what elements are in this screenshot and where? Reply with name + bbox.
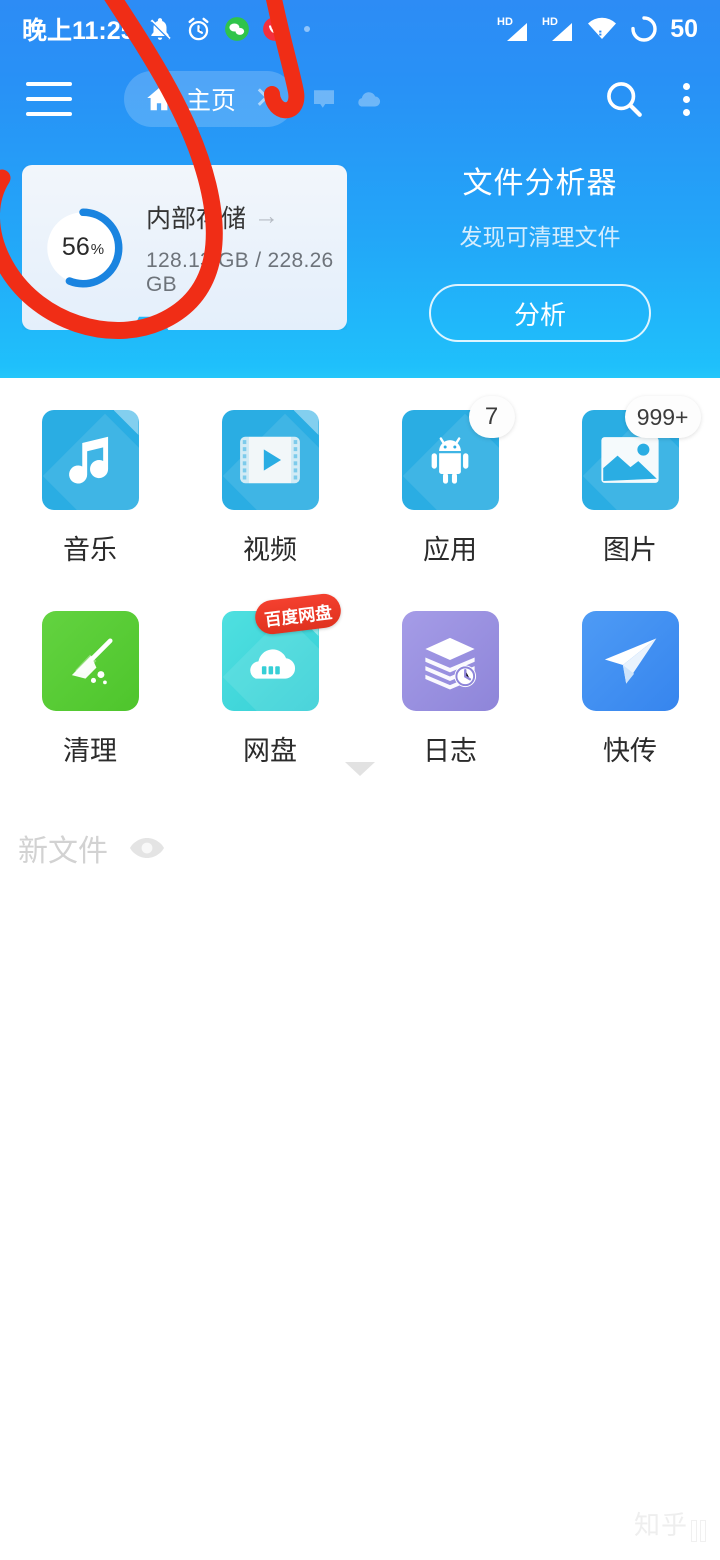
log-icon-box [401,611,499,711]
log-stack-clock-icon [401,611,499,711]
nav-actions [603,78,694,120]
grid-label-apps: 应用 [423,535,477,565]
grid-label-video: 视频 [243,535,297,565]
zhihu-watermark: 知乎 [634,1505,706,1542]
storage-info: 内部存储 → 128.13 GB / 228.26 GB [146,199,347,297]
storage-ring: 56% [36,201,130,295]
video-icon-box [221,410,319,510]
percent-symbol: % [90,240,105,258]
music-icon-box [41,410,139,510]
pictures-badge: 999+ [624,396,701,438]
alarm-clock-icon [188,17,209,40]
tab-strip: 主页 ✕ [124,71,383,127]
red-app-icon [262,17,287,41]
cloud-tab-icon [358,92,381,107]
storage-title-row: 内部存储 → [146,199,347,235]
storage-percent: 56% [36,201,130,295]
nav-bar: 主页 ✕ [0,58,720,140]
category-grid: 音乐 视频 7 应用 999+ 图片 清理 百度网盘 网盘 日志 快传 [0,390,720,768]
document-tab-icon [314,90,335,108]
app-header: 晚上11:25 HD HD 50 主页 ✕ 56 % 内部存储 → 128.13… [0,0,720,378]
storage-usage: 128.13 GB / 228.26 GB [146,248,334,296]
netdisk-icon-box: 百度网盘 [221,591,343,711]
tab-home-label: 主页 [186,87,237,115]
close-icon[interactable]: ✕ [254,84,279,114]
storage-card[interactable]: 56% 内部存储 → 128.13 GB / 228.26 GB [22,165,347,330]
storage-percent-value: 56 [61,233,90,261]
tab-document-ghost[interactable] [309,84,339,114]
bell-muted-icon [150,18,171,40]
music-note-icon [41,410,139,510]
expand-row[interactable] [0,762,720,776]
grid-item-netdisk[interactable]: 百度网盘 网盘 [180,591,360,768]
grid-item-clean[interactable]: 清理 [0,591,180,768]
status-bar-left: 晚上11:25 [22,11,314,47]
wifi-icon [588,17,617,39]
grid-item-apps[interactable]: 7 应用 [360,390,540,567]
grid-item-video[interactable]: 视频 [180,390,360,567]
more-vertical-icon[interactable] [679,79,694,120]
battery-level: 50 [670,14,698,43]
chevron-down-icon[interactable] [345,762,375,776]
hamburger-icon[interactable] [26,82,72,116]
storage-title: 内部存储 [146,204,247,233]
hd-signal-icon: HD [542,16,573,41]
new-files-label: 新文件 [18,835,108,868]
search-icon[interactable] [603,78,645,120]
battery-ring-icon [631,16,657,42]
video-play-icon [221,410,319,510]
clean-icon-box [41,611,139,711]
apps-icon-box: 7 [401,396,515,510]
grid-item-transfer[interactable]: 快传 [540,591,720,768]
apps-badge: 7 [468,396,515,438]
status-bar-right: HD HD 50 [496,14,698,44]
grid-item-pictures[interactable]: 999+ 图片 [540,390,720,567]
eye-icon[interactable] [126,835,168,861]
analyze-button[interactable]: 分析 [429,284,651,342]
new-files-row[interactable]: 新文件 [18,826,168,870]
netdisk-tag: 百度网盘 [252,591,343,637]
home-icon [147,88,171,111]
pictures-icon-box: 999+ [581,396,701,510]
broom-icon [41,611,139,711]
tab-cloud-ghost[interactable] [353,84,383,114]
grid-label-music: 音乐 [63,535,117,565]
tab-home[interactable]: 主页 ✕ [124,71,296,127]
arrow-right-icon: → [254,202,280,230]
status-time: 晚上11:25 [22,17,135,45]
paper-plane-icon [581,611,679,711]
grid-item-log[interactable]: 日志 [360,591,540,768]
grid-item-music[interactable]: 音乐 [0,390,180,567]
file-analyzer-panel: 文件分析器 发现可清理文件 分析 [380,158,700,342]
watermark-text: 知乎 [633,1510,688,1540]
analyzer-subtitle: 发现可清理文件 [459,224,621,250]
transfer-icon-box [581,611,679,711]
analyzer-title: 文件分析器 [462,167,618,200]
grid-label-pictures: 图片 [603,535,657,565]
status-bar: 晚上11:25 HD HD 50 [0,0,720,58]
dot-icon [303,26,310,32]
svg-text:HD: HD [497,16,513,28]
svg-text:HD: HD [542,16,558,28]
watermark-bars-icon [691,1520,706,1542]
wechat-icon [224,17,249,41]
hd-signal-icon: HD [497,16,528,41]
